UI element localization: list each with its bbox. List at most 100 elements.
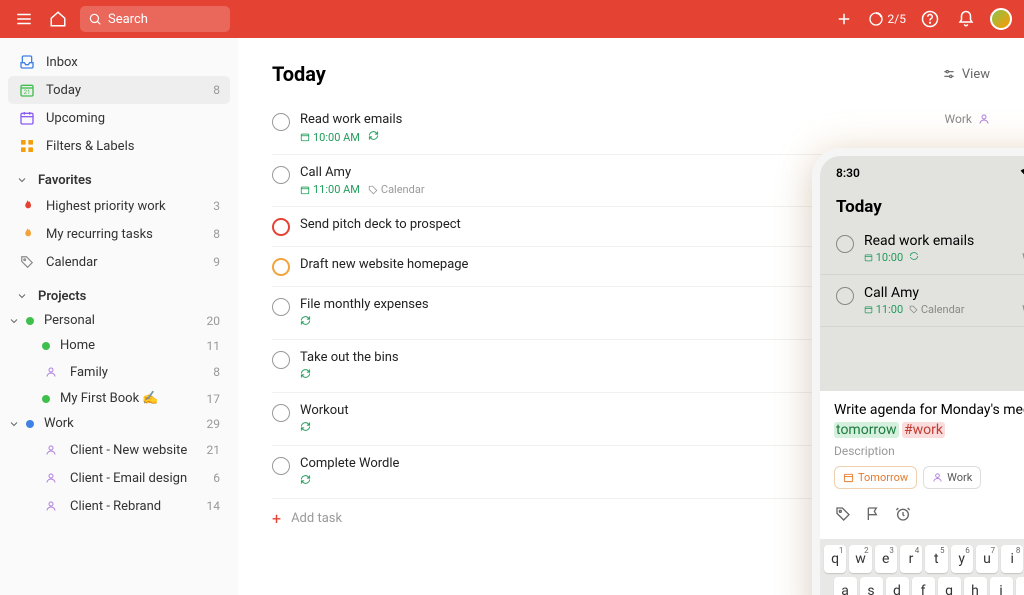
search-placeholder: Search — [108, 12, 148, 27]
keyboard-key[interactable]: 6y — [951, 545, 973, 573]
subproject-item[interactable]: Client - Email design6 — [8, 464, 230, 492]
bell-icon[interactable] — [954, 7, 978, 31]
project-item[interactable]: Personal20 — [22, 308, 230, 333]
task-checkbox[interactable] — [272, 457, 290, 475]
phone-statusbar: 8:30 — [820, 156, 1024, 191]
tray-icon — [18, 53, 36, 71]
task-checkbox[interactable] — [272, 404, 290, 422]
flag-icon[interactable] — [864, 505, 882, 523]
tag-icon[interactable] — [834, 505, 852, 523]
favorite-item[interactable]: My recurring tasks 8 — [8, 220, 230, 248]
keyboard-key[interactable]: k — [1016, 577, 1024, 595]
flame-icon — [18, 225, 36, 243]
favorite-count: 8 — [213, 227, 220, 241]
nav-label: Upcoming — [46, 111, 105, 126]
keyboard-key[interactable]: 1q — [824, 545, 846, 573]
nav-item-inbox[interactable]: Inbox — [8, 48, 230, 76]
task-checkbox[interactable] — [272, 218, 290, 236]
chevron-down-icon[interactable] — [14, 288, 30, 304]
page-title: Today — [272, 62, 326, 86]
task-checkbox[interactable] — [272, 113, 290, 131]
keyboard-key[interactable]: 4r — [900, 545, 922, 573]
project-count: 29 — [207, 417, 221, 431]
keyboard-key[interactable]: s — [860, 577, 883, 595]
nav-item-upcoming[interactable]: Upcoming — [8, 104, 230, 132]
keyboard-key[interactable]: 7u — [976, 545, 998, 573]
chip-tomorrow[interactable]: Tomorrow — [834, 466, 917, 489]
favorite-item[interactable]: Highest priority work3 — [8, 192, 230, 220]
quick-add-description[interactable]: Description — [834, 444, 1024, 458]
project-item[interactable]: Work29 — [22, 411, 230, 436]
task-title: Draft new website homepage — [300, 257, 854, 272]
keyboard-key[interactable]: a — [834, 577, 857, 595]
keyboard-key[interactable]: 8i — [1001, 545, 1023, 573]
keyboard-key[interactable]: j — [990, 577, 1013, 595]
menu-icon[interactable] — [12, 7, 36, 31]
subproject-item[interactable]: Client - New website21 — [8, 436, 230, 464]
keyboard-key[interactable]: g — [938, 577, 961, 595]
phone-task-time: 11:00 — [864, 303, 903, 316]
favorite-item[interactable]: Calendar9 — [8, 248, 230, 276]
favorite-label: My recurring tasks — [46, 227, 153, 242]
project-label: Personal — [44, 313, 95, 328]
token-tomorrow: tomorrow — [834, 422, 899, 438]
phone-task-checkbox[interactable] — [836, 287, 854, 305]
task-time: 11:00 AM — [300, 183, 360, 196]
alarm-icon[interactable] — [894, 505, 912, 523]
keyboard-key[interactable]: 2w — [849, 545, 871, 573]
keyboard-key[interactable]: f — [912, 577, 935, 595]
keyboard-key[interactable]: h — [964, 577, 987, 595]
projects-header[interactable]: Projects — [8, 276, 230, 308]
chevron-down-icon[interactable] — [6, 313, 22, 329]
avatar[interactable] — [990, 8, 1012, 30]
phone-task-row[interactable]: Call Amy 11:00 CalendarWork — [820, 275, 1024, 327]
chevron-down-icon[interactable] — [14, 172, 30, 188]
help-icon[interactable] — [918, 7, 942, 31]
task-checkbox[interactable] — [272, 258, 290, 276]
quick-add-title[interactable]: Write agenda for Monday's meeting tomorr… — [834, 401, 1024, 440]
keyboard-key[interactable]: 5t — [925, 545, 947, 573]
recur-icon — [368, 130, 379, 144]
progress-indicator[interactable]: 2/5 — [868, 11, 906, 27]
search-input[interactable]: Search — [80, 6, 230, 32]
phone-task-row[interactable]: Read work emails 10:00Work — [820, 223, 1024, 275]
favorites-header[interactable]: Favorites — [8, 160, 230, 192]
phone-status-icons — [1020, 166, 1024, 181]
calendar-icon — [843, 472, 854, 483]
add-task-label: Add task — [291, 511, 342, 526]
task-checkbox[interactable] — [272, 298, 290, 316]
chip-work[interactable]: Work — [923, 466, 981, 489]
subproject-item[interactable]: Client - Rebrand14 — [8, 492, 230, 520]
quick-add-text: Write agenda for Monday's meeting — [834, 402, 1024, 418]
nav-item-filters[interactable]: Filters & Labels — [8, 132, 230, 160]
phone-task-checkbox[interactable] — [836, 235, 854, 253]
nav-item-today[interactable]: 21Today8 — [8, 76, 230, 104]
subproject-item[interactable]: Home11 — [8, 333, 230, 358]
view-button[interactable]: View — [942, 67, 990, 82]
task-checkbox[interactable] — [272, 351, 290, 369]
home-icon[interactable] — [46, 7, 70, 31]
phone-task-title: Read work emails — [864, 233, 1012, 249]
keyboard-key[interactable]: d — [886, 577, 909, 595]
chevron-down-icon[interactable] — [6, 416, 22, 432]
phone-clock: 8:30 — [836, 166, 860, 181]
calendar-icon — [18, 109, 36, 127]
subproject-count: 21 — [207, 443, 221, 457]
progress-circle-icon — [868, 11, 884, 27]
subproject-item[interactable]: Family8 — [8, 358, 230, 386]
subproject-item[interactable]: My First Book ✍️17 — [8, 386, 230, 411]
flame-icon — [18, 197, 36, 215]
nav-label: Filters & Labels — [46, 139, 134, 154]
project-dot-icon — [26, 420, 34, 428]
plus-icon[interactable] — [832, 7, 856, 31]
task-project[interactable]: Work — [945, 112, 990, 126]
subproject-count: 11 — [207, 339, 221, 353]
favorite-label: Calendar — [46, 255, 98, 270]
keyboard-key[interactable]: 3e — [875, 545, 897, 573]
progress-text: 2/5 — [888, 12, 906, 26]
wifi-icon — [1020, 168, 1024, 178]
nav-count: 8 — [213, 83, 220, 97]
task-checkbox[interactable] — [272, 166, 290, 184]
phone-task-calendar: Calendar — [909, 303, 964, 316]
topbar-right: 2/5 — [832, 7, 1012, 31]
